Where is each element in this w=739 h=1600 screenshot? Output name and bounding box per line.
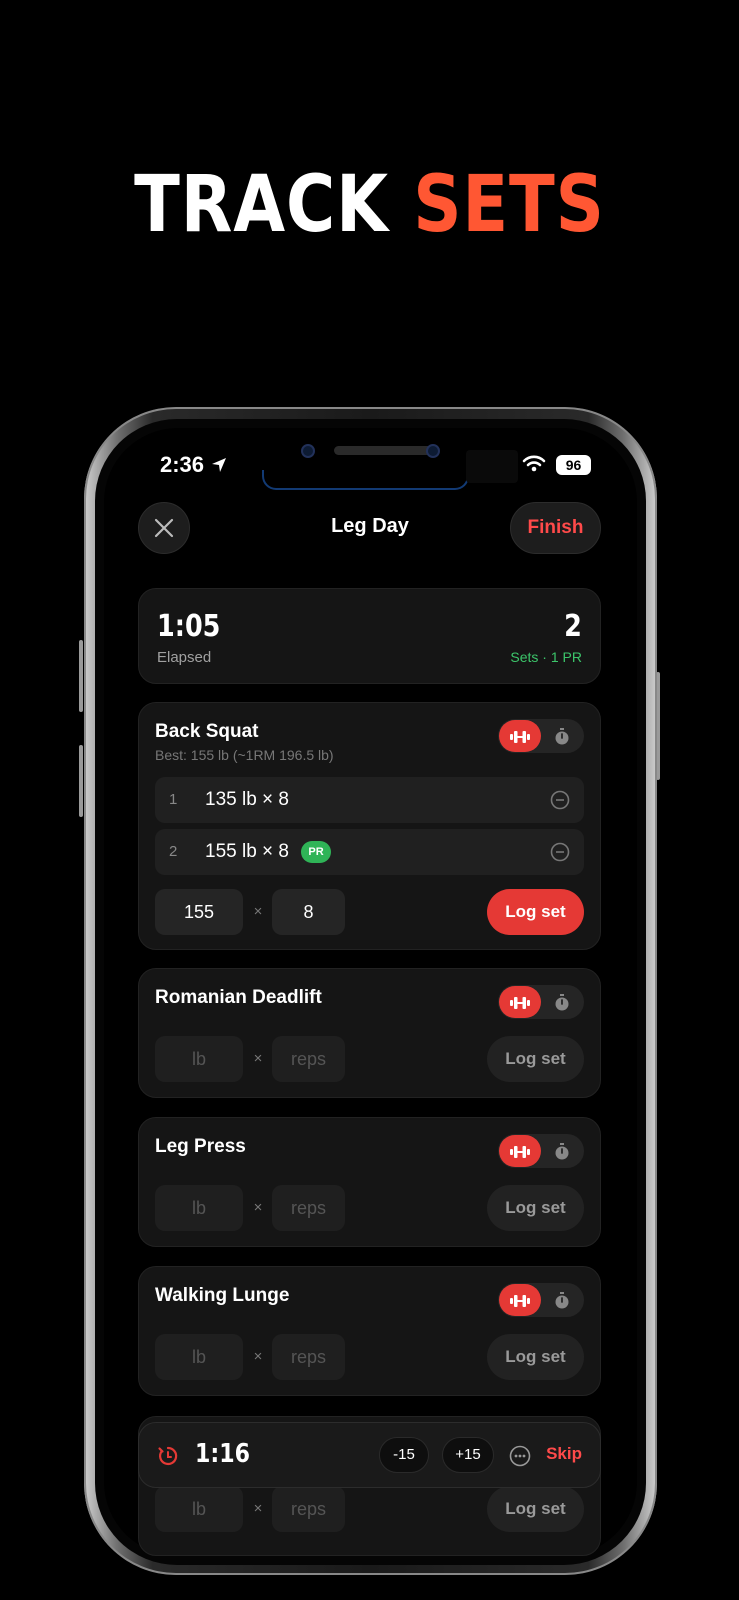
page-title: Leg Day [331, 515, 409, 537]
dumbbell-icon [510, 1295, 530, 1307]
phone-volume-up [79, 640, 83, 712]
status-time: 2:36 [160, 452, 205, 477]
phone-speaker [334, 446, 434, 455]
log-set-button[interactable]: Log set [487, 1486, 584, 1532]
plus-15-button[interactable]: +15 [442, 1437, 494, 1473]
more-icon[interactable] [509, 1445, 531, 1467]
exercise-name: Romanian Deadlift [155, 987, 322, 1008]
set-value: 155 lb × 8 [205, 841, 289, 862]
exercise-card-romanian-deadlift: Romanian Deadlift lb × reps Log set [138, 968, 601, 1098]
set-value: 135 lb × 8 [205, 789, 289, 810]
battery-indicator: 96 [556, 455, 591, 475]
set-row: 1 135 lb × 8 [155, 777, 584, 823]
weight-input[interactable]: lb [155, 1334, 243, 1380]
dumbbell-icon [510, 731, 530, 743]
minus-15-button[interactable]: -15 [379, 1437, 429, 1473]
stopwatch-icon [555, 1292, 569, 1309]
front-camera [301, 444, 315, 458]
set-number: 1 [169, 791, 178, 808]
exercise-name: Back Squat [155, 721, 259, 742]
dynamic-island-outline [262, 470, 469, 490]
front-sensor [426, 444, 440, 458]
times-symbol: × [253, 1199, 263, 1216]
times-symbol: × [253, 1500, 263, 1517]
remove-set-icon[interactable] [550, 790, 570, 810]
weight-input[interactable]: 155 [155, 889, 243, 935]
timer-icon [158, 1446, 178, 1466]
weight-input[interactable]: lb [155, 1486, 243, 1532]
headline: TRACK SETS [52, 160, 688, 250]
reps-input[interactable]: reps [272, 1334, 345, 1380]
elapsed-value: 1:05 [157, 609, 221, 644]
log-set-button[interactable]: Log set [487, 1334, 584, 1380]
dumbbell-icon [510, 1146, 530, 1158]
weight-mode-button[interactable] [499, 720, 541, 752]
elapsed-label: Elapsed [157, 649, 212, 666]
reps-input[interactable]: reps [272, 1185, 345, 1231]
times-symbol: × [253, 903, 263, 920]
mode-toggle[interactable] [498, 985, 584, 1019]
phone-volume-down [79, 745, 83, 817]
exercise-card-back-squat: Back Squat Best: 155 lb (~1RM 196.5 lb) … [138, 702, 601, 950]
weight-mode-button[interactable] [499, 1284, 541, 1316]
weight-input[interactable]: lb [155, 1185, 243, 1231]
rest-time: 1:16 [195, 1439, 250, 1469]
stopwatch-icon [555, 1143, 569, 1160]
times-symbol: × [253, 1050, 263, 1067]
weight-mode-button[interactable] [499, 1135, 541, 1167]
exercise-name: Walking Lunge [155, 1285, 290, 1306]
exercise-name: Leg Press [155, 1136, 246, 1157]
weight-mode-button[interactable] [499, 986, 541, 1018]
stopwatch-icon [555, 728, 569, 745]
reps-input[interactable]: reps [272, 1036, 345, 1082]
reps-input[interactable]: 8 [272, 889, 345, 935]
weight-input[interactable]: lb [155, 1036, 243, 1082]
skip-button[interactable]: Skip [546, 1444, 582, 1464]
sets-pr-label: Sets · 1 PR [510, 649, 582, 665]
sets-count-value: 2 [564, 609, 582, 644]
mode-toggle[interactable] [498, 1283, 584, 1317]
close-icon [154, 518, 174, 538]
finish-button[interactable]: Finish [510, 502, 601, 554]
log-set-button[interactable]: Log set [487, 889, 584, 935]
notch-block [466, 450, 518, 483]
set-number: 2 [169, 843, 178, 860]
dumbbell-icon [510, 997, 530, 1009]
mode-toggle[interactable] [498, 719, 584, 753]
close-button[interactable] [138, 502, 190, 554]
headline-word-track: TRACK [134, 160, 389, 250]
exercise-best: Best: 155 lb (~1RM 196.5 lb) [155, 747, 334, 763]
exercise-card-walking-lunge: Walking Lunge lb × reps Log set [138, 1266, 601, 1396]
exercise-card-leg-press: Leg Press lb × reps Log set [138, 1117, 601, 1247]
workout-stats-card: 1:05 Elapsed 2 Sets · 1 PR [138, 588, 601, 684]
mode-toggle[interactable] [498, 1134, 584, 1168]
wifi-icon [522, 455, 546, 472]
log-set-button[interactable]: Log set [487, 1185, 584, 1231]
reps-input[interactable]: reps [272, 1486, 345, 1532]
location-arrow-icon [212, 458, 226, 472]
stopwatch-icon [555, 994, 569, 1011]
rest-timer-bar: 1:16 -15 +15 Skip [138, 1422, 601, 1488]
log-set-button[interactable]: Log set [487, 1036, 584, 1082]
headline-word-sets: SETS [413, 160, 605, 250]
set-row: 2 155 lb × 8 PR [155, 829, 584, 875]
times-symbol: × [253, 1348, 263, 1365]
remove-set-icon[interactable] [550, 842, 570, 862]
pr-badge: PR [301, 841, 331, 863]
